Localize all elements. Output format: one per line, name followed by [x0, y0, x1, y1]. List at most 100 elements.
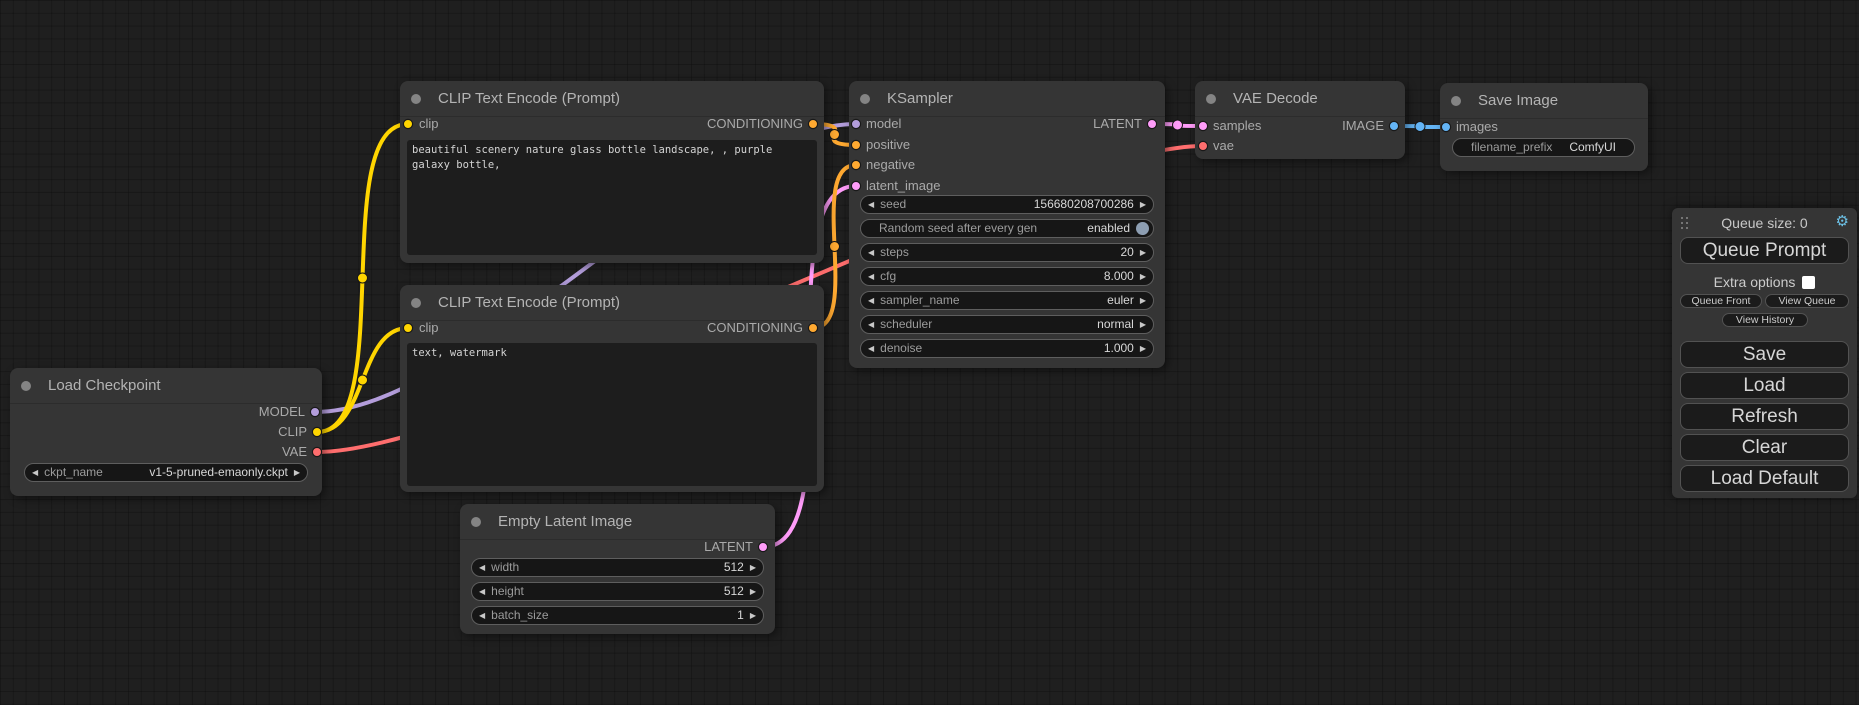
node-title-bar[interactable]: Load Checkpoint — [10, 368, 322, 404]
node-title: CLIP Text Encode (Prompt) — [438, 90, 620, 107]
queue-prompt-button[interactable]: Queue Prompt — [1680, 237, 1849, 264]
increment-arrow-icon[interactable]: ▶ — [750, 607, 756, 624]
widget-scheduler[interactable]: ◀ scheduler normal ▶ — [860, 315, 1154, 334]
widget-value: 512 — [724, 559, 744, 576]
decrement-arrow-icon[interactable]: ◀ — [868, 196, 874, 213]
output-label-clip: CLIP — [278, 424, 307, 440]
collapse-dot-icon[interactable] — [21, 381, 31, 391]
widget-label: height — [491, 583, 524, 600]
widget-value: 512 — [724, 583, 744, 600]
decrement-arrow-icon[interactable]: ◀ — [868, 316, 874, 333]
widget-width[interactable]: ◀ width 512 ▶ — [471, 558, 764, 577]
input-label-samples: samples — [1213, 118, 1261, 134]
collapse-dot-icon[interactable] — [1206, 94, 1216, 104]
collapse-dot-icon[interactable] — [411, 298, 421, 308]
save-button[interactable]: Save — [1680, 341, 1849, 368]
widget-height[interactable]: ◀ height 512 ▶ — [471, 582, 764, 601]
increment-arrow-icon[interactable]: ▶ — [294, 464, 300, 481]
link-clip-to-negative-prompt-midpoint-dot[interactable] — [358, 375, 368, 385]
increment-arrow-icon[interactable]: ▶ — [1140, 268, 1146, 285]
node-title-bar[interactable]: VAE Decode — [1195, 81, 1405, 117]
decrement-arrow-icon[interactable]: ◀ — [868, 244, 874, 261]
queue-size-label: Queue size: 0 — [1672, 215, 1857, 231]
widget-value: 1 — [737, 607, 744, 624]
increment-arrow-icon[interactable]: ▶ — [1140, 196, 1146, 213]
widget-sampler-name[interactable]: ◀ sampler_name euler ▶ — [860, 291, 1154, 310]
link-positive-conditioning-midpoint-dot[interactable] — [830, 130, 840, 140]
node-ksampler[interactable]: KSampler model positive negative latent_… — [849, 81, 1165, 368]
node-title: CLIP Text Encode (Prompt) — [438, 294, 620, 311]
queue-front-button[interactable]: Queue Front — [1680, 294, 1762, 308]
clear-button[interactable]: Clear — [1680, 434, 1849, 461]
node-title-bar[interactable]: Empty Latent Image — [460, 504, 775, 540]
widget-random-seed-toggle[interactable]: Random seed after every gen enabled — [860, 219, 1154, 238]
widget-denoise[interactable]: ◀ denoise 1.000 ▶ — [860, 339, 1154, 358]
link-negative-conditioning-midpoint-dot[interactable] — [830, 242, 840, 252]
toggle-circle-icon[interactable] — [1136, 222, 1149, 235]
link-image-to-save-image-midpoint-dot[interactable] — [1415, 122, 1425, 132]
collapse-dot-icon[interactable] — [411, 94, 421, 104]
widget-ckpt-name[interactable]: ◀ ckpt_name v1-5-pruned-emaonly.ckpt ▶ — [24, 463, 308, 482]
load-default-button[interactable]: Load Default — [1680, 465, 1849, 492]
output-label-latent: LATENT — [1093, 116, 1142, 132]
input-label-latent-image: latent_image — [866, 178, 940, 194]
view-history-button[interactable]: View History — [1722, 313, 1808, 327]
drag-handle-icon[interactable] — [1681, 217, 1683, 219]
view-queue-button[interactable]: View Queue — [1765, 294, 1849, 308]
widget-cfg[interactable]: ◀ cfg 8.000 ▶ — [860, 267, 1154, 286]
widget-seed[interactable]: ◀ seed 156680208700286 ▶ — [860, 195, 1154, 214]
widget-batch-size[interactable]: ◀ batch_size 1 ▶ — [471, 606, 764, 625]
output-label-model: MODEL — [259, 404, 305, 420]
node-title-bar[interactable]: Save Image — [1440, 83, 1648, 119]
node-title: Load Checkpoint — [48, 377, 161, 394]
node-title-bar[interactable]: KSampler — [849, 81, 1165, 117]
node-graph-canvas[interactable]: Load Checkpoint MODEL CLIP VAE ◀ ckpt_na… — [0, 0, 1859, 705]
gear-icon[interactable]: ⚙ — [1836, 212, 1849, 230]
widget-label: denoise — [880, 340, 922, 357]
collapse-dot-icon[interactable] — [471, 517, 481, 527]
link-clip-to-positive-prompt-midpoint-dot[interactable] — [358, 273, 368, 283]
increment-arrow-icon[interactable]: ▶ — [750, 583, 756, 600]
input-label-positive: positive — [866, 137, 910, 153]
load-button[interactable]: Load — [1680, 372, 1849, 399]
collapse-dot-icon[interactable] — [1451, 96, 1461, 106]
widget-value: 1.000 — [1104, 340, 1134, 357]
increment-arrow-icon[interactable]: ▶ — [750, 559, 756, 576]
extra-options-checkbox[interactable] — [1802, 276, 1815, 289]
widget-label: ckpt_name — [44, 464, 103, 481]
node-save-image[interactable]: Save Image images filename_prefix ComfyU… — [1440, 83, 1648, 171]
widget-label: Random seed after every gen — [879, 220, 1037, 237]
decrement-arrow-icon[interactable]: ◀ — [479, 607, 485, 624]
widget-filename-prefix[interactable]: filename_prefix ComfyUI — [1452, 138, 1635, 157]
input-label-clip: clip — [419, 116, 439, 132]
node-load-checkpoint[interactable]: Load Checkpoint MODEL CLIP VAE ◀ ckpt_na… — [10, 368, 322, 496]
node-title-bar[interactable]: CLIP Text Encode (Prompt) — [400, 285, 824, 321]
increment-arrow-icon[interactable]: ▶ — [1140, 244, 1146, 261]
collapse-dot-icon[interactable] — [860, 94, 870, 104]
widget-value: enabled — [1087, 220, 1130, 237]
output-label-image: IMAGE — [1342, 118, 1384, 134]
widget-label: steps — [880, 244, 909, 261]
node-title-bar[interactable]: CLIP Text Encode (Prompt) — [400, 81, 824, 117]
prompt-textarea[interactable]: beautiful scenery nature glass bottle la… — [407, 140, 817, 255]
decrement-arrow-icon[interactable]: ◀ — [32, 464, 38, 481]
link-latent-to-vae-decode-midpoint-dot[interactable] — [1173, 120, 1183, 130]
decrement-arrow-icon[interactable]: ◀ — [868, 268, 874, 285]
prompt-textarea[interactable]: text, watermark — [407, 343, 817, 486]
decrement-arrow-icon[interactable]: ◀ — [479, 559, 485, 576]
widget-value: v1-5-pruned-emaonly.ckpt — [149, 464, 288, 481]
decrement-arrow-icon[interactable]: ◀ — [479, 583, 485, 600]
widget-steps[interactable]: ◀ steps 20 ▶ — [860, 243, 1154, 262]
node-vae-decode[interactable]: VAE Decode samples vae IMAGE — [1195, 81, 1405, 159]
increment-arrow-icon[interactable]: ▶ — [1140, 340, 1146, 357]
input-label-clip: clip — [419, 320, 439, 336]
node-empty-latent-image[interactable]: Empty Latent Image LATENT ◀ width 512 ▶ … — [460, 504, 775, 634]
decrement-arrow-icon[interactable]: ◀ — [868, 292, 874, 309]
decrement-arrow-icon[interactable]: ◀ — [868, 340, 874, 357]
node-title: Save Image — [1478, 92, 1558, 109]
increment-arrow-icon[interactable]: ▶ — [1140, 316, 1146, 333]
refresh-button[interactable]: Refresh — [1680, 403, 1849, 430]
node-clip-text-encode-positive[interactable]: CLIP Text Encode (Prompt) clip CONDITION… — [400, 81, 824, 263]
increment-arrow-icon[interactable]: ▶ — [1140, 292, 1146, 309]
node-clip-text-encode-negative[interactable]: CLIP Text Encode (Prompt) clip CONDITION… — [400, 285, 824, 492]
